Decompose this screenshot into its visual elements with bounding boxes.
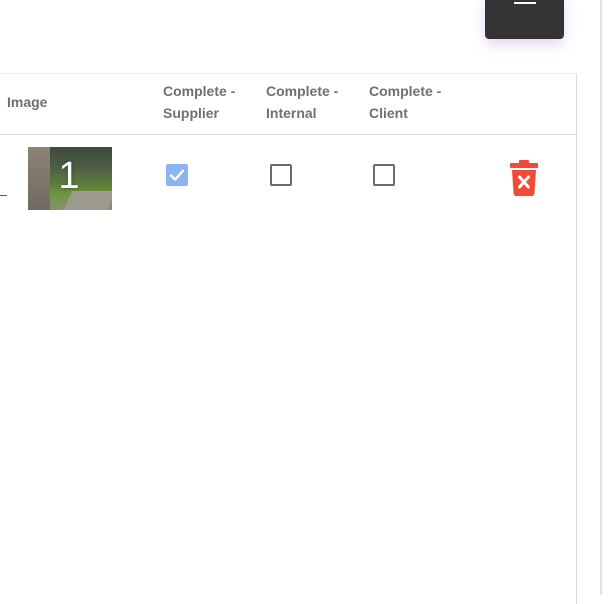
scrollbar-edge — [600, 0, 602, 595]
column-header-line: Client — [369, 105, 408, 121]
thumbnail-wall — [28, 147, 50, 210]
column-header-line: Complete - — [266, 83, 339, 99]
checkmark-icon — [169, 169, 185, 181]
hamburger-icon — [514, 2, 536, 4]
image-thumbnail[interactable]: 1 — [28, 147, 112, 210]
complete-internal-checkbox[interactable] — [270, 164, 292, 186]
items-table: Image Complete - Supplier Complete - Int… — [0, 73, 577, 604]
trash-x-icon[interactable] — [510, 160, 538, 196]
table-row: 1 — [0, 135, 576, 225]
column-header-complete-client: Complete - Client — [369, 80, 459, 124]
column-header-line: Internal — [266, 105, 317, 121]
column-header-line: Complete - — [163, 83, 236, 99]
menu-button[interactable] — [485, 0, 564, 39]
complete-supplier-checkbox[interactable] — [166, 164, 188, 186]
table-header: Image Complete - Supplier Complete - Int… — [0, 74, 576, 135]
column-header-line: Supplier — [163, 105, 220, 121]
column-header-complete-internal: Complete - Internal — [266, 80, 356, 124]
image-number: 1 — [58, 155, 80, 197]
column-header-complete-supplier: Complete - Supplier — [163, 80, 253, 124]
column-header-line: Complete - — [369, 83, 442, 99]
row-drag-handle[interactable] — [0, 195, 7, 196]
complete-client-checkbox[interactable] — [373, 164, 395, 186]
column-header-image: Image — [7, 94, 48, 110]
